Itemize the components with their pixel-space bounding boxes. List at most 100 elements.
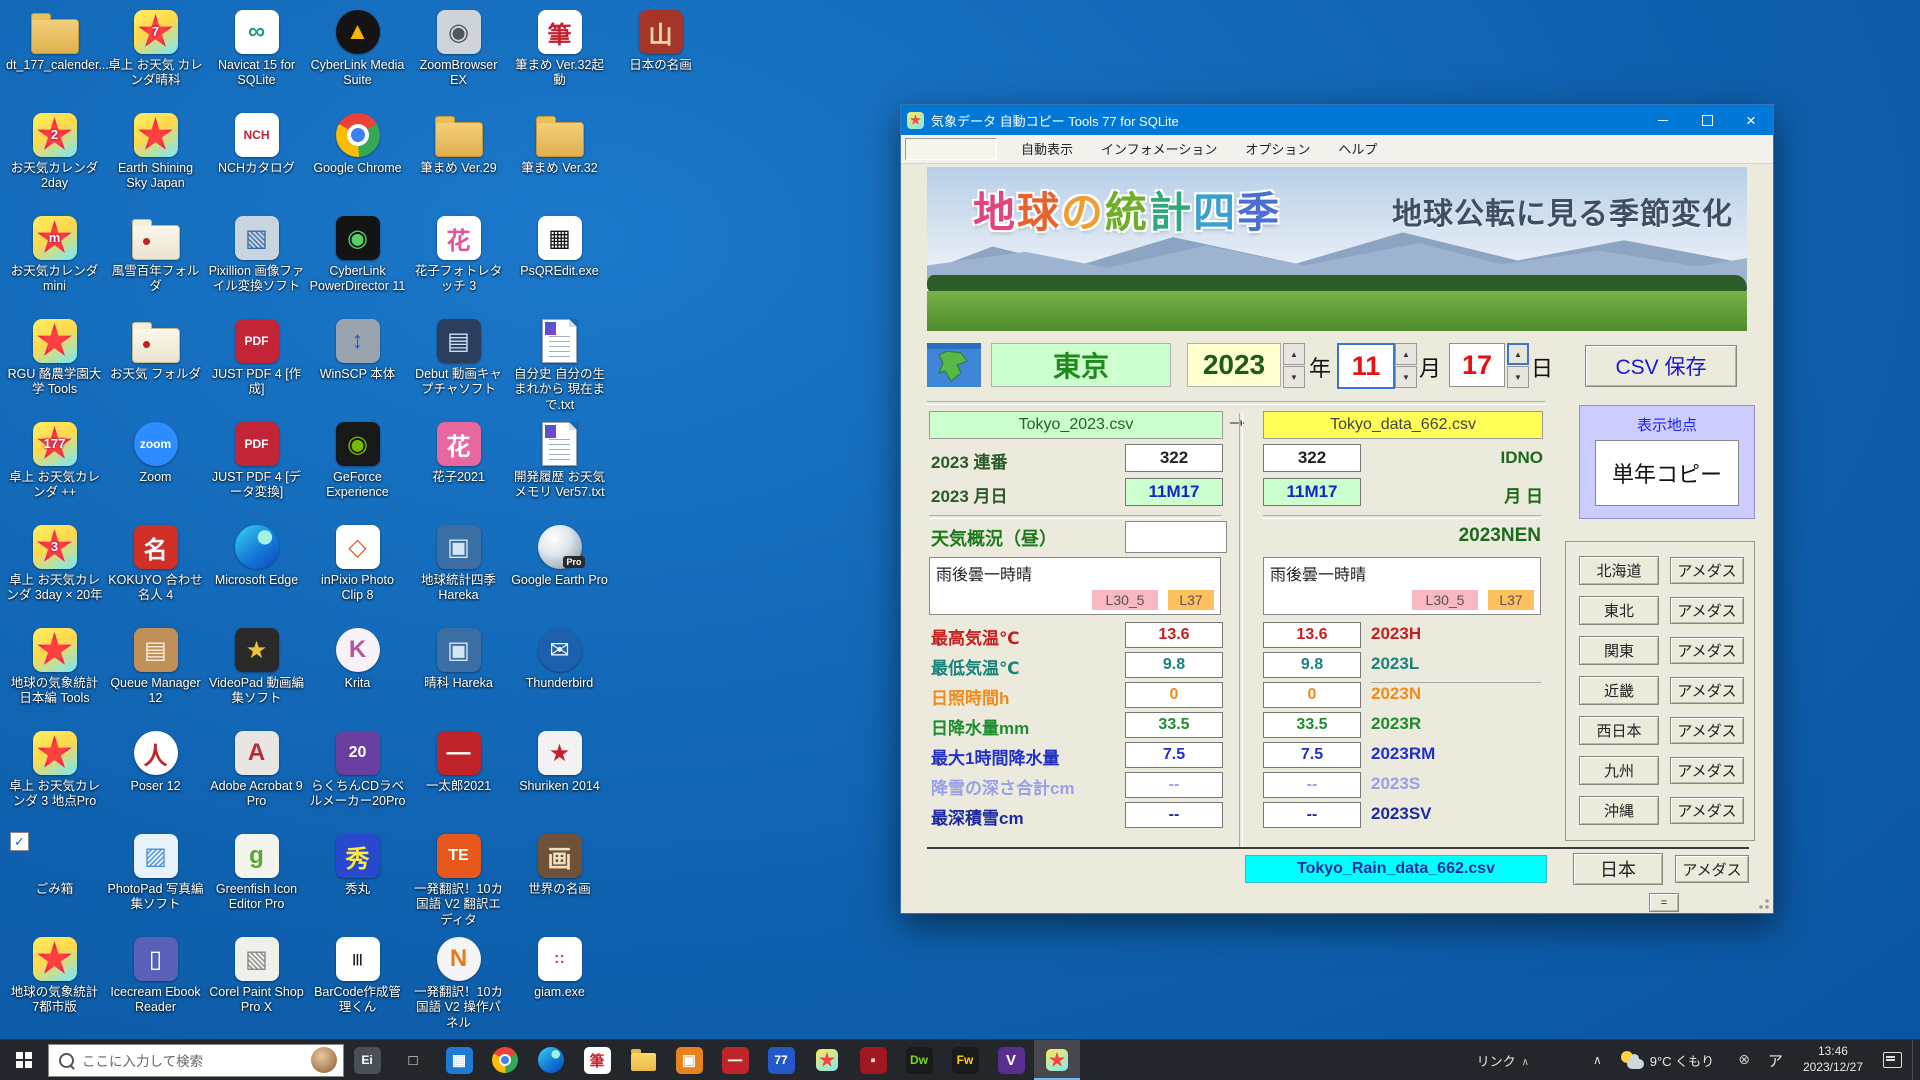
spin-down-icon[interactable] — [1507, 366, 1529, 388]
action-center-icon[interactable] — [1883, 1052, 1902, 1068]
source-value-box[interactable]: -- — [1125, 802, 1223, 828]
icon-fudemame-29[interactable]: 筆まめ Ver.29 — [408, 109, 509, 212]
icon-sekai-no-meiga[interactable]: 画世界の名画 — [509, 830, 610, 933]
icon-just-pdf4-convert[interactable]: PDFJUST PDF 4 [データ変換] — [206, 418, 307, 521]
icon-otenki-folder[interactable]: お天気 フォルダ — [105, 315, 206, 418]
region-button-2[interactable]: 東北 — [1579, 596, 1659, 625]
window-titlebar[interactable]: 気象データ 自動コピー Tools 77 for SQLite — [901, 105, 1773, 135]
icon-jibunshi-txt[interactable]: 自分史 自分の生まれから 現在まで.txt — [509, 315, 610, 418]
region-button-5[interactable]: 西日本 — [1579, 716, 1659, 745]
year-field[interactable]: 2023 — [1187, 343, 1281, 387]
minimize-button[interactable] — [1641, 105, 1685, 135]
icon-microsoft-edge[interactable]: Microsoft Edge — [206, 521, 307, 624]
icon-rakuchin-cd-label[interactable]: 20らくちんCDラベルメーカー20Pro — [307, 727, 408, 830]
amedas-button-1[interactable]: アメダス — [1670, 557, 1744, 584]
maximize-button[interactable] — [1685, 105, 1729, 135]
fudemame-icon[interactable]: 筆 — [574, 1040, 620, 1080]
amedas-button-4[interactable]: アメダス — [1670, 677, 1744, 704]
icon-ippatsu-honyaku-panel[interactable]: N一発翻訳！10カ国語 V2 操作パネル — [408, 933, 509, 1036]
japan-amedas-button[interactable]: アメダス — [1675, 855, 1749, 883]
source-value-box[interactable]: 33.5 — [1125, 712, 1223, 738]
taskbar-search[interactable]: ここに入力して検索 — [48, 1044, 344, 1077]
source-value-box[interactable]: 0 — [1125, 682, 1223, 708]
amedas-button-7[interactable]: アメダス — [1670, 797, 1744, 824]
icon-chikyu-toukei-hareka[interactable]: ▣地球統計四季 Hareka — [408, 521, 509, 624]
icon-just-pdf4-create[interactable]: PDFJUST PDF 4 [作成] — [206, 315, 307, 418]
icon-otenki-calendar-haruka[interactable]: 7卓上 お天気 カレンダ晴科 — [105, 6, 206, 109]
month-spinner[interactable] — [1395, 343, 1417, 388]
icon-adobe-acrobat-9[interactable]: AAdobe Acrobat 9 Pro — [206, 727, 307, 830]
city-display[interactable]: 東京 — [991, 343, 1171, 387]
day-field[interactable]: 17 — [1449, 343, 1505, 387]
spin-up-icon[interactable] — [1395, 343, 1417, 365]
start-button[interactable] — [0, 1040, 48, 1080]
menu-help[interactable]: ヘルプ — [1324, 142, 1391, 157]
icon-winscp[interactable]: ↕WinSCP 本体 — [307, 315, 408, 418]
csv-save-button[interactable]: CSV 保存 — [1585, 345, 1737, 387]
amedas-button-6[interactable]: アメダス — [1670, 757, 1744, 784]
icon-hidemaru[interactable]: 秀秀丸 — [307, 830, 408, 933]
icon-queue-manager[interactable]: ▤Queue Manager 12 — [105, 624, 206, 727]
menu-auto-display[interactable]: 自動表示 — [1007, 142, 1087, 157]
dreamweaver-icon[interactable]: Dw — [896, 1040, 942, 1080]
task-view-icon[interactable]: □ — [390, 1040, 436, 1080]
icon-pixillion[interactable]: ▧Pixillion 画像ファイル変換ソフト — [206, 212, 307, 315]
weather-status[interactable]: 9°C くもり — [1650, 1051, 1714, 1070]
icon-giam[interactable]: ::giam.exe — [509, 933, 610, 1036]
icon-cyberlink-media-suite[interactable]: ▲CyberLink Media Suite — [307, 6, 408, 109]
store-icon[interactable]: ▦ — [436, 1040, 482, 1080]
destination-value-box[interactable]: -- — [1263, 802, 1361, 828]
icon-chikyu-kishou-7toshi[interactable]: 地球の気象統計 7都市版 — [4, 933, 105, 1036]
icon-krita[interactable]: KKrita — [307, 624, 408, 727]
region-button-4[interactable]: 近畿 — [1579, 676, 1659, 705]
links-toolbar[interactable]: リンク — [1477, 1051, 1529, 1070]
icon-recycle-bin[interactable]: ✓ごみ箱 — [4, 830, 105, 933]
destination-value-box[interactable]: 7.5 — [1263, 742, 1361, 768]
amedas-button-5[interactable]: アメダス — [1670, 717, 1744, 744]
icon-psqredit[interactable]: ▦PsQREdit.exe — [509, 212, 610, 315]
show-desktop-button[interactable] — [1912, 1040, 1920, 1080]
icon-poser-12[interactable]: 人Poser 12 — [105, 727, 206, 830]
japan-button[interactable]: 日本 — [1573, 853, 1663, 885]
source-value-box[interactable]: 7.5 — [1125, 742, 1223, 768]
explorer-icon[interactable] — [620, 1040, 666, 1080]
icon-geforce-experience[interactable]: ◉GeForce Experience — [307, 418, 408, 521]
icon-dt177-calender[interactable]: dt_177_calender... — [4, 6, 105, 109]
fireworks-icon[interactable]: Fw — [942, 1040, 988, 1080]
taskbar-app-ei[interactable]: Ei — [344, 1040, 390, 1080]
tools77-icon[interactable]: 77 — [758, 1040, 804, 1080]
icon-nihon-no-meiga[interactable]: 山日本の名画 — [610, 6, 711, 109]
destination-value-box[interactable]: 33.5 — [1263, 712, 1361, 738]
hidden-icons-button[interactable] — [1593, 1051, 1602, 1069]
flower-app-icon[interactable] — [804, 1040, 850, 1080]
weather-overview-empty-box[interactable] — [1125, 521, 1227, 553]
menu-options[interactable]: オプション — [1231, 142, 1324, 157]
icon-kokuyo-awase-meijin[interactable]: 名KOKUYO 合わせ名人 4 — [105, 521, 206, 624]
icon-otenki-calendar-3day[interactable]: 3卓上 お天気カレンダ 3day × 20年 — [4, 521, 105, 624]
destination-value-box[interactable]: 322 — [1263, 444, 1361, 472]
region-button-3[interactable]: 関東 — [1579, 636, 1659, 665]
icon-hanako-photoretouch[interactable]: 花花子フォトレタッチ 3 — [408, 212, 509, 315]
amedas-button-3[interactable]: アメダス — [1670, 637, 1744, 664]
year-spinner[interactable] — [1283, 343, 1305, 388]
destination-value-box[interactable]: 0 — [1263, 682, 1361, 708]
ichitaro-icon[interactable]: 一 — [712, 1040, 758, 1080]
photo-app-icon[interactable]: ▣ — [666, 1040, 712, 1080]
region-button-7[interactable]: 沖縄 — [1579, 796, 1659, 825]
day-spinner[interactable] — [1507, 343, 1529, 388]
icon-shuriken-2014[interactable]: ★Shuriken 2014 — [509, 727, 610, 830]
resize-grip[interactable] — [1756, 896, 1770, 910]
icon-thunderbird[interactable]: ✉Thunderbird — [509, 624, 610, 727]
icon-nch-catalog[interactable]: NCHNCHカタログ — [206, 109, 307, 212]
chrome-icon[interactable] — [482, 1040, 528, 1080]
icon-zoom[interactable]: zoomZoom — [105, 418, 206, 521]
source-value-box[interactable]: 11M17 — [1125, 478, 1223, 506]
weather-text-box-right[interactable]: 雨後曇一時晴 L30_5 L37 — [1263, 557, 1541, 615]
icon-corel-paintshop[interactable]: ▧Corel Paint Shop Pro X — [206, 933, 307, 1036]
vscode-icon[interactable]: V — [988, 1040, 1034, 1080]
icon-rgu-tools[interactable]: RGU 酪農学園大学 Tools — [4, 315, 105, 418]
icon-kaihatsu-rireki-txt[interactable]: 開発履歴 お天気メモリ Ver57.txt — [509, 418, 610, 521]
icon-fusetsu-folder[interactable]: 風雪百年フォルダ — [105, 212, 206, 315]
amedas-button-2[interactable]: アメダス — [1670, 597, 1744, 624]
icon-google-chrome[interactable]: Google Chrome — [307, 109, 408, 212]
